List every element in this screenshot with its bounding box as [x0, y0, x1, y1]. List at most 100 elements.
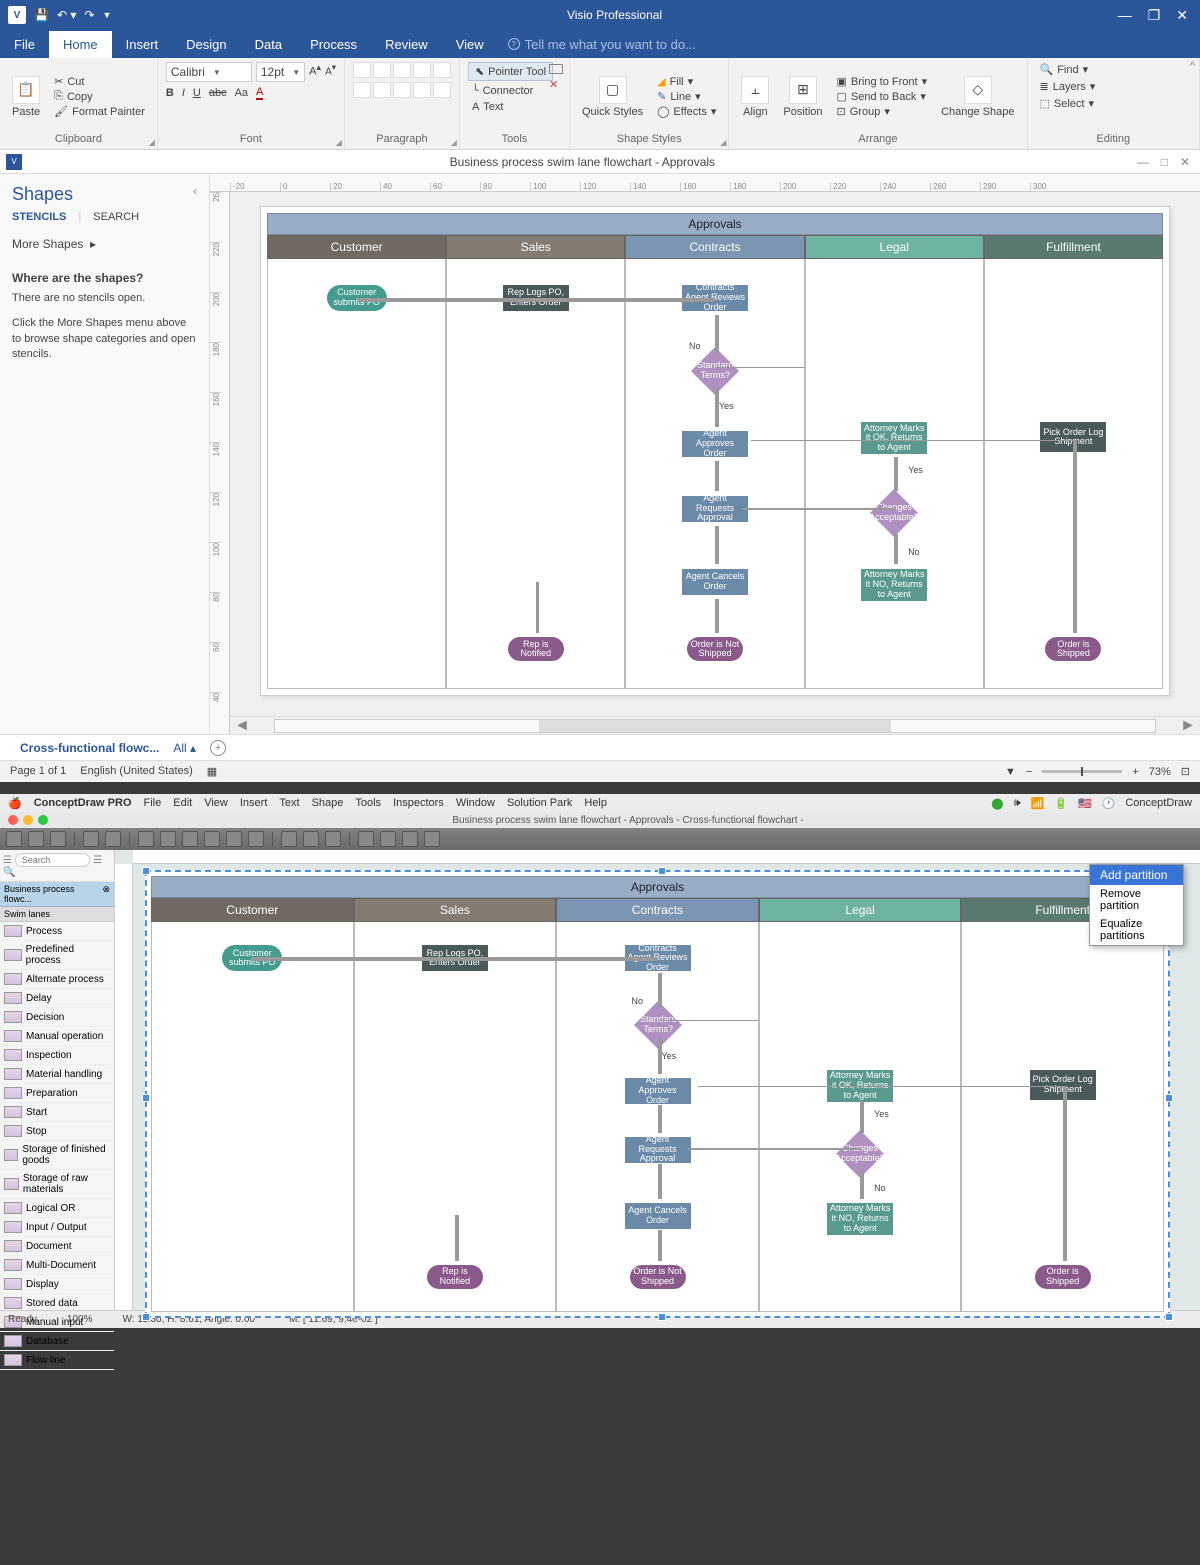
- align-icon[interactable]: [358, 831, 374, 847]
- menu-help[interactable]: Help: [584, 797, 607, 809]
- text-direction-icon[interactable]: [433, 62, 451, 78]
- rect-icon[interactable]: [226, 831, 242, 847]
- flowchart-shape[interactable]: Agent Cancels Order: [682, 569, 748, 595]
- pointer-icon[interactable]: [138, 831, 154, 847]
- library-item[interactable]: Delay: [0, 989, 114, 1008]
- close-file-icon[interactable]: ⊗: [102, 884, 110, 904]
- all-pages-button[interactable]: All ▴: [173, 741, 196, 755]
- library-item[interactable]: Stop: [0, 1122, 114, 1141]
- bullets-icon[interactable]: [413, 62, 431, 78]
- library-item[interactable]: Document: [0, 1237, 114, 1256]
- indent-inc-icon[interactable]: [433, 82, 451, 98]
- status-zoom[interactable]: 100%: [67, 1314, 93, 1325]
- save-icon[interactable]: [50, 831, 66, 847]
- search-icon[interactable]: 🔍: [3, 867, 15, 878]
- close-icon[interactable]: ✕: [1176, 7, 1188, 24]
- resize-handle[interactable]: [142, 1094, 150, 1102]
- app-name[interactable]: ConceptDraw PRO: [34, 797, 132, 809]
- align-right-icon[interactable]: [393, 82, 411, 98]
- front-icon[interactable]: [402, 831, 418, 847]
- add-page-button[interactable]: +: [210, 740, 226, 756]
- flag-icon[interactable]: 🇺🇸: [1078, 797, 1092, 810]
- flowchart-shape[interactable]: Agent Requests Approval: [682, 496, 748, 522]
- grow-font-icon[interactable]: A▴: [309, 62, 321, 82]
- lane-header[interactable]: Legal: [805, 235, 984, 259]
- dialog-launcher-icon[interactable]: ◢: [720, 138, 726, 147]
- font-size-select[interactable]: 12pt▼: [256, 62, 305, 82]
- flowchart-shape[interactable]: Order is Not Shipped: [687, 637, 743, 661]
- indent-dec-icon[interactable]: [413, 82, 431, 98]
- fit-icon[interactable]: [325, 831, 341, 847]
- scroll-right-icon[interactable]: ►: [1176, 717, 1200, 735]
- effects-button[interactable]: ◯Effects ▾: [653, 104, 720, 119]
- connector-button[interactable]: ╰Connector: [468, 83, 537, 98]
- zoom-icon[interactable]: [38, 815, 48, 825]
- tab-view[interactable]: View: [442, 31, 498, 58]
- dialog-launcher-icon[interactable]: ◢: [451, 138, 457, 147]
- line-button[interactable]: ✎Line ▾: [653, 89, 720, 104]
- flowchart-shape[interactable]: Order is Not Shipped: [630, 1265, 686, 1289]
- text-tool-button[interactable]: AText: [468, 100, 508, 114]
- library-item[interactable]: Input / Output: [0, 1218, 114, 1237]
- ctx-add-partition[interactable]: Add partition: [1090, 865, 1183, 885]
- library-item[interactable]: Inspection: [0, 1046, 114, 1065]
- lane-header[interactable]: Sales: [354, 898, 557, 922]
- close-icon[interactable]: [8, 815, 18, 825]
- library-item[interactable]: Storage of finished goods: [0, 1141, 114, 1170]
- stencils-tab[interactable]: STENCILS: [12, 211, 66, 223]
- flowchart-shape[interactable]: Rep is Notified: [508, 637, 564, 661]
- menu-window[interactable]: Window: [456, 797, 495, 809]
- find-button[interactable]: 🔍Find ▾: [1036, 62, 1093, 77]
- tab-process[interactable]: Process: [296, 31, 371, 58]
- change-shape-button[interactable]: ◇Change Shape: [937, 76, 1018, 118]
- collapse-ribbon-icon[interactable]: ^: [1190, 60, 1195, 72]
- tab-insert[interactable]: Insert: [112, 31, 173, 58]
- filter-icon[interactable]: ☰: [93, 855, 102, 866]
- canvas[interactable]: ApprovalsCustomerSalesContractsLegalFulf…: [230, 192, 1200, 716]
- menu-edit[interactable]: Edit: [173, 797, 192, 809]
- scroll-left-icon[interactable]: ◄: [230, 717, 254, 735]
- line-icon[interactable]: [204, 831, 220, 847]
- doc-minimize-icon[interactable]: —: [1137, 155, 1149, 169]
- shrink-font-icon[interactable]: A▾: [325, 62, 336, 82]
- library-item[interactable]: Storage of raw materials: [0, 1170, 114, 1199]
- lane-header[interactable]: Contracts: [556, 898, 759, 922]
- language-indicator[interactable]: English (United States): [80, 765, 193, 778]
- redo-icon[interactable]: [105, 831, 121, 847]
- back-icon[interactable]: [424, 831, 440, 847]
- menu-file[interactable]: File: [144, 797, 162, 809]
- restore-icon[interactable]: ❐: [1148, 7, 1161, 24]
- menu-tools[interactable]: Tools: [355, 797, 381, 809]
- align-button[interactable]: ⫠Align: [737, 76, 773, 118]
- dialog-launcher-icon[interactable]: ◢: [149, 138, 155, 147]
- italic-button[interactable]: I: [182, 87, 185, 99]
- library-item[interactable]: Display: [0, 1275, 114, 1294]
- flowchart-shape[interactable]: Attorney Marks it OK, Returns to Agent: [861, 422, 927, 454]
- library-item[interactable]: Start: [0, 1103, 114, 1122]
- align-bottom-icon[interactable]: [393, 62, 411, 78]
- ellipse-icon[interactable]: [248, 831, 264, 847]
- library-item[interactable]: Multi-Document: [0, 1256, 114, 1275]
- menu-inspectors[interactable]: Inspectors: [393, 797, 444, 809]
- tab-design[interactable]: Design: [172, 31, 240, 58]
- battery-icon[interactable]: 🔋: [1054, 797, 1068, 810]
- more-shapes-menu[interactable]: More Shapes ▸: [12, 237, 197, 251]
- lane-header[interactable]: Contracts: [625, 235, 804, 259]
- align-top-icon[interactable]: [353, 62, 371, 78]
- format-painter-button[interactable]: 🖌Format Painter: [50, 104, 149, 119]
- pointer-tool-button[interactable]: ⬉Pointer Tool: [468, 62, 553, 81]
- cd-file-header[interactable]: Business process flowc...⊗: [0, 882, 114, 907]
- cd-canvas[interactable]: Add partition Remove partition Equalize …: [115, 850, 1200, 1310]
- delete-tool-icon[interactable]: ✕: [549, 78, 563, 91]
- lane-header[interactable]: Customer: [151, 898, 354, 922]
- connector-icon[interactable]: [160, 831, 176, 847]
- library-search-input[interactable]: [15, 853, 91, 867]
- open-icon[interactable]: [28, 831, 44, 847]
- lane-header[interactable]: Customer: [267, 235, 446, 259]
- drawing-page[interactable]: ApprovalsCustomerSalesContractsLegalFulf…: [260, 206, 1170, 696]
- doc-restore-icon[interactable]: □: [1161, 155, 1168, 169]
- ctx-equalize-partitions[interactable]: Equalize partitions: [1090, 915, 1183, 945]
- group-icon[interactable]: [380, 831, 396, 847]
- redo-icon[interactable]: ↷: [84, 8, 94, 22]
- select-button[interactable]: ⬚Select ▾: [1036, 96, 1099, 111]
